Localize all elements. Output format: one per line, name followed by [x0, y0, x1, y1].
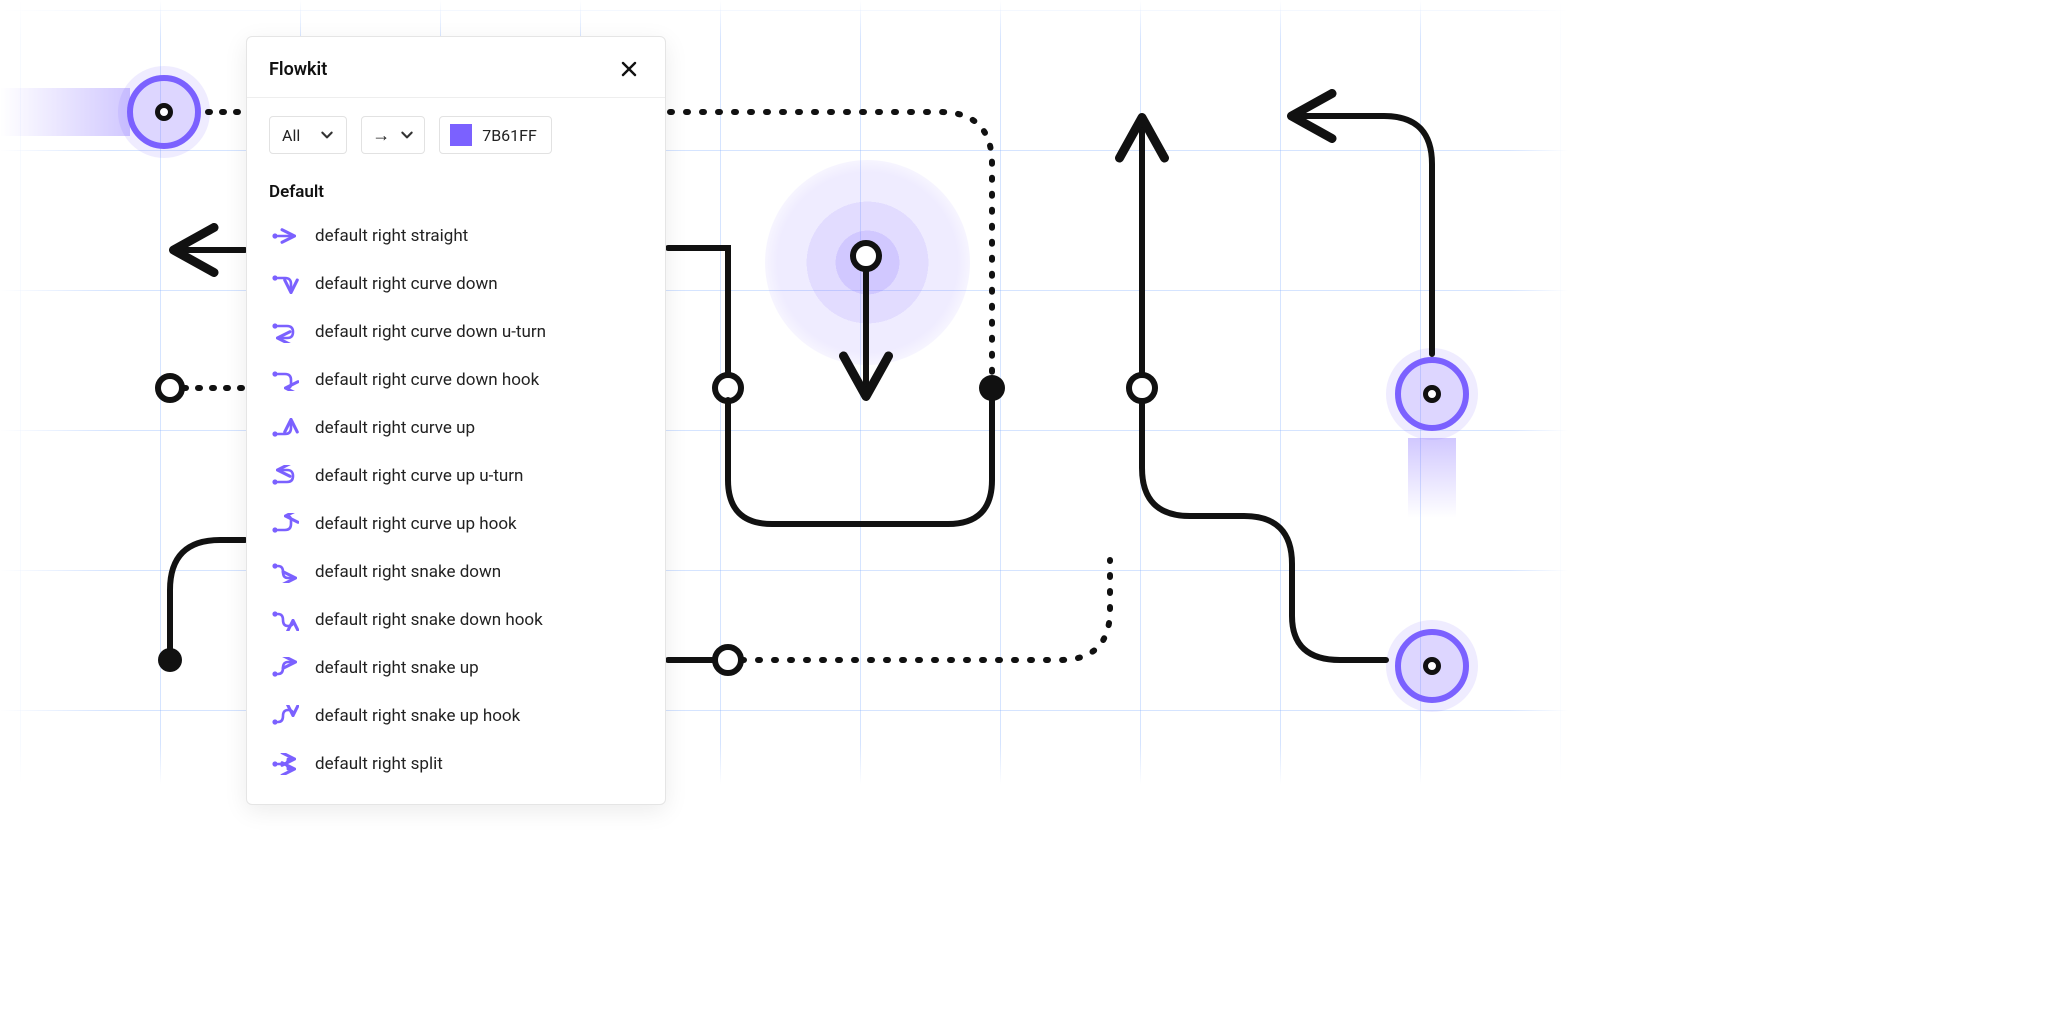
- list-item-label: default right straight: [315, 226, 468, 246]
- arrow-right-icon: →: [372, 125, 390, 146]
- list-item-label: default right curve down u-turn: [315, 322, 546, 342]
- list-item-label: default right curve up hook: [315, 514, 517, 534]
- list-item-label: default right curve up u-turn: [315, 466, 523, 486]
- list-item-label: default right snake down: [315, 562, 501, 582]
- list-item[interactable]: default right snake up hook: [257, 692, 655, 740]
- close-icon: [619, 59, 639, 79]
- panel-title: Flowkit: [269, 59, 327, 80]
- list-item[interactable]: default right straight: [257, 212, 655, 260]
- panel-toolbar: All → 7B61FF: [247, 98, 665, 164]
- list-item[interactable]: default right curve up: [257, 404, 655, 452]
- direction-select[interactable]: →: [361, 116, 425, 154]
- color-hex-label: 7B61FF: [482, 126, 537, 145]
- chevron-down-icon: [400, 128, 414, 142]
- connector-icon: [271, 368, 299, 392]
- list-item[interactable]: default right curve up hook: [257, 500, 655, 548]
- list-item[interactable]: default right snake down: [257, 548, 655, 596]
- list-item[interactable]: default right snake down hook: [257, 596, 655, 644]
- panel-header: Flowkit: [247, 37, 665, 98]
- list-item[interactable]: default right curve down u-turn: [257, 308, 655, 356]
- color-picker[interactable]: 7B61FF: [439, 116, 552, 154]
- section-heading: Default: [247, 164, 665, 208]
- list-item-label: default right split: [315, 754, 443, 774]
- connector-icon: [271, 752, 299, 776]
- connector-icon: [271, 416, 299, 440]
- filter-select[interactable]: All: [269, 116, 347, 154]
- connector-icon: [271, 656, 299, 680]
- color-swatch: [450, 124, 472, 146]
- connector-icon: [271, 224, 299, 248]
- list-item[interactable]: default right split: [257, 740, 655, 788]
- connector-icon: [271, 512, 299, 536]
- flowkit-panel: Flowkit All → 7B61FF Default default rig…: [246, 36, 666, 805]
- list-item[interactable]: default right curve up u-turn: [257, 452, 655, 500]
- list-item[interactable]: default right curve down hook: [257, 356, 655, 404]
- list-item-label: default right curve up: [315, 418, 475, 438]
- list-item[interactable]: default right snake up: [257, 644, 655, 692]
- close-button[interactable]: [615, 55, 643, 83]
- connector-icon: [271, 704, 299, 728]
- list-item-label: default right curve down hook: [315, 370, 539, 390]
- filter-select-label: All: [282, 126, 300, 145]
- list-item-label: default right snake down hook: [315, 610, 543, 630]
- connector-icon: [271, 560, 299, 584]
- list-item-label: default right curve down: [315, 274, 498, 294]
- connector-icon: [271, 608, 299, 632]
- connectors-layer: [0, 0, 1568, 784]
- list-item-label: default right snake up: [315, 658, 479, 678]
- chevron-down-icon: [320, 128, 334, 142]
- connector-icon: [271, 464, 299, 488]
- list-item[interactable]: default right curve down: [257, 260, 655, 308]
- connector-list: default right straight default right curv…: [247, 208, 665, 804]
- connector-icon: [271, 320, 299, 344]
- list-item-label: default right snake up hook: [315, 706, 520, 726]
- connector-icon: [271, 272, 299, 296]
